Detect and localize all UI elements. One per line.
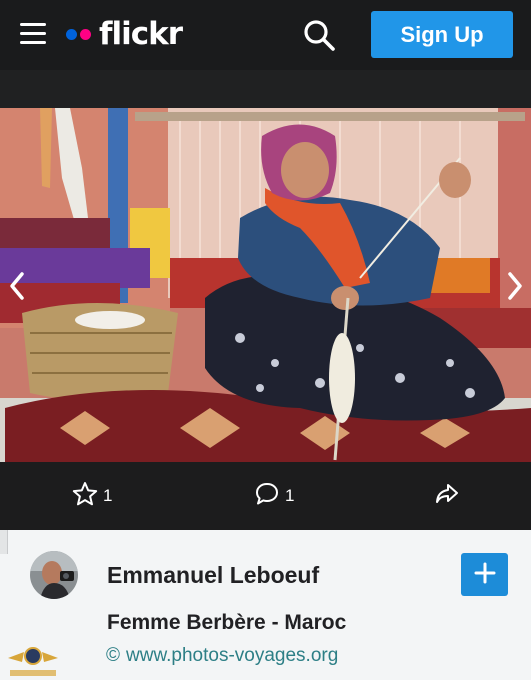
chevron-right-icon[interactable] bbox=[502, 266, 528, 306]
main-photo[interactable] bbox=[0, 108, 531, 462]
logo-pink-dot bbox=[80, 28, 91, 40]
share-button[interactable] bbox=[434, 482, 460, 510]
comment-icon bbox=[254, 481, 280, 512]
share-icon bbox=[434, 481, 460, 512]
photo-action-bar: 1 1 bbox=[0, 462, 531, 530]
follow-button[interactable] bbox=[461, 553, 508, 596]
star-icon bbox=[72, 481, 98, 512]
logo-wordmark: flickr bbox=[99, 16, 183, 52]
sign-up-button[interactable]: Sign Up bbox=[371, 11, 513, 58]
search-icon[interactable] bbox=[302, 18, 336, 52]
logo-blue-dot bbox=[66, 28, 77, 40]
chevron-left-icon[interactable] bbox=[4, 266, 30, 306]
panel-edge bbox=[0, 530, 8, 554]
menu-icon[interactable] bbox=[20, 23, 46, 47]
watermark-logo bbox=[2, 636, 64, 680]
comment-button[interactable]: 1 bbox=[254, 482, 294, 510]
photo-credit: © www.photos-voyages.org bbox=[106, 645, 338, 667]
photo-title: Femme Berbère - Maroc bbox=[107, 611, 347, 634]
comments-count: 1 bbox=[285, 486, 295, 505]
flickr-logo[interactable]: flickr bbox=[66, 14, 183, 54]
header-spacer bbox=[0, 70, 531, 108]
avatar[interactable] bbox=[30, 551, 78, 599]
top-navigation-bar: flickr Sign Up bbox=[0, 0, 531, 70]
photo-illustration bbox=[0, 108, 531, 462]
copyright-symbol: © bbox=[106, 645, 120, 666]
favorites-count: 1 bbox=[103, 486, 113, 505]
author-name[interactable]: Emmanuel Leboeuf bbox=[107, 562, 319, 589]
plus-icon bbox=[474, 562, 496, 587]
favorite-button[interactable]: 1 bbox=[72, 481, 113, 512]
website-link[interactable]: www.photos-voyages.org bbox=[126, 645, 338, 667]
